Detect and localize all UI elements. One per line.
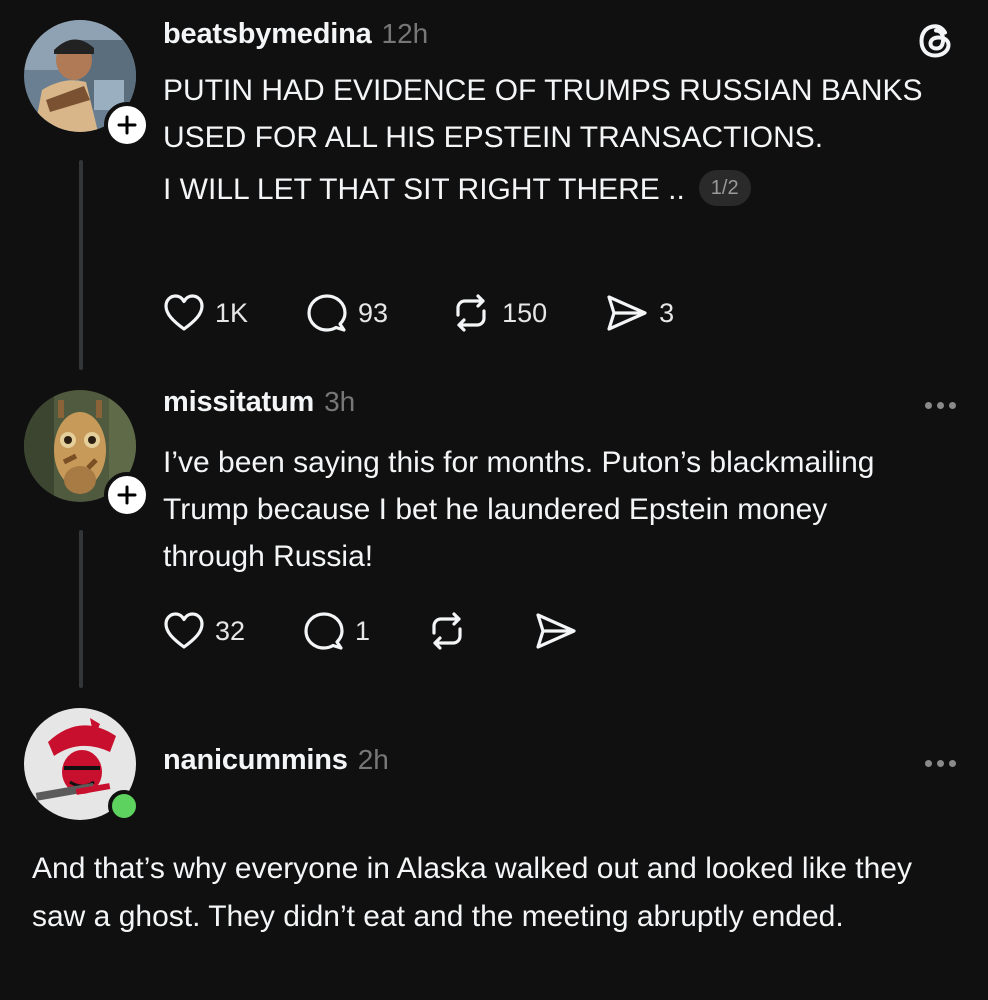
post-header: missitatum 3h — [163, 386, 355, 419]
share-button[interactable]: 3 — [605, 293, 674, 333]
post-paragraph: And that’s why everyone in Alaska walked… — [32, 852, 912, 933]
post-header: beatsbymedina 12h — [163, 18, 428, 51]
more-options-icon — [925, 760, 932, 767]
post-time: 2h — [357, 744, 389, 775]
follow-button[interactable] — [104, 102, 150, 148]
post-paragraph: I WILL LET THAT SIT RIGHT THERE .. — [163, 173, 685, 206]
like-count: 32 — [215, 615, 246, 646]
heart-icon — [164, 612, 204, 649]
post-time: 12h — [381, 18, 429, 49]
send-icon — [536, 613, 576, 649]
action-bar: 1K 93 150 3 — [163, 291, 674, 335]
plus-icon — [117, 115, 137, 135]
repost-count: 150 — [502, 297, 548, 328]
reply-button[interactable]: 93 — [306, 293, 388, 333]
more-options-button[interactable] — [923, 396, 958, 415]
share-button[interactable] — [534, 611, 578, 651]
plus-icon — [117, 485, 137, 505]
comment-bubble-icon — [307, 294, 347, 332]
repost-icon — [432, 612, 462, 650]
avatar[interactable] — [24, 20, 150, 148]
follow-button[interactable] — [104, 472, 150, 518]
username[interactable]: missitatum — [163, 386, 314, 419]
more-options-button[interactable] — [923, 754, 958, 773]
repost-button[interactable] — [426, 611, 468, 651]
username[interactable]: beatsbymedina — [163, 18, 372, 51]
online-status-dot — [108, 790, 140, 822]
comment-bubble-icon — [304, 612, 344, 650]
heart-icon — [164, 294, 204, 331]
post-paragraph: I’ve been saying this for months. Puton’… — [163, 446, 875, 573]
thread-connector-line — [79, 160, 83, 370]
reply-count: 1 — [355, 615, 371, 646]
repost-icon — [456, 294, 486, 332]
thread-connector-line — [79, 530, 83, 688]
reply-button[interactable]: 1 — [303, 611, 370, 651]
action-bar: 32 1 — [163, 609, 578, 653]
more-options-icon — [925, 402, 932, 409]
send-icon — [607, 295, 647, 331]
post-time: 3h — [324, 386, 356, 417]
repost-button[interactable]: 150 — [450, 293, 547, 333]
reply-count: 93 — [358, 297, 389, 328]
like-button[interactable]: 32 — [163, 611, 245, 651]
post-body: PUTIN HAD EVIDENCE OF TRUMPS RUSSIAN BAN… — [163, 67, 923, 213]
share-count: 3 — [659, 297, 675, 328]
like-button[interactable]: 1K — [163, 293, 248, 333]
post-body: And that’s why everyone in Alaska walked… — [32, 845, 972, 941]
avatar[interactable] — [24, 708, 140, 822]
post-paragraph-line: I WILL LET THAT SIT RIGHT THERE .. 1/2 — [163, 166, 923, 213]
username[interactable]: nanicummins — [163, 744, 348, 777]
avatar[interactable] — [24, 390, 150, 518]
page-indicator: 1/2 — [698, 170, 751, 207]
post-paragraph: PUTIN HAD EVIDENCE OF TRUMPS RUSSIAN BAN… — [163, 74, 923, 154]
like-count: 1K — [215, 297, 249, 328]
post-body: I’ve been saying this for months. Puton’… — [163, 439, 903, 580]
post-header: nanicummins 2h — [163, 744, 389, 777]
threads-logo-icon[interactable] — [916, 20, 956, 62]
